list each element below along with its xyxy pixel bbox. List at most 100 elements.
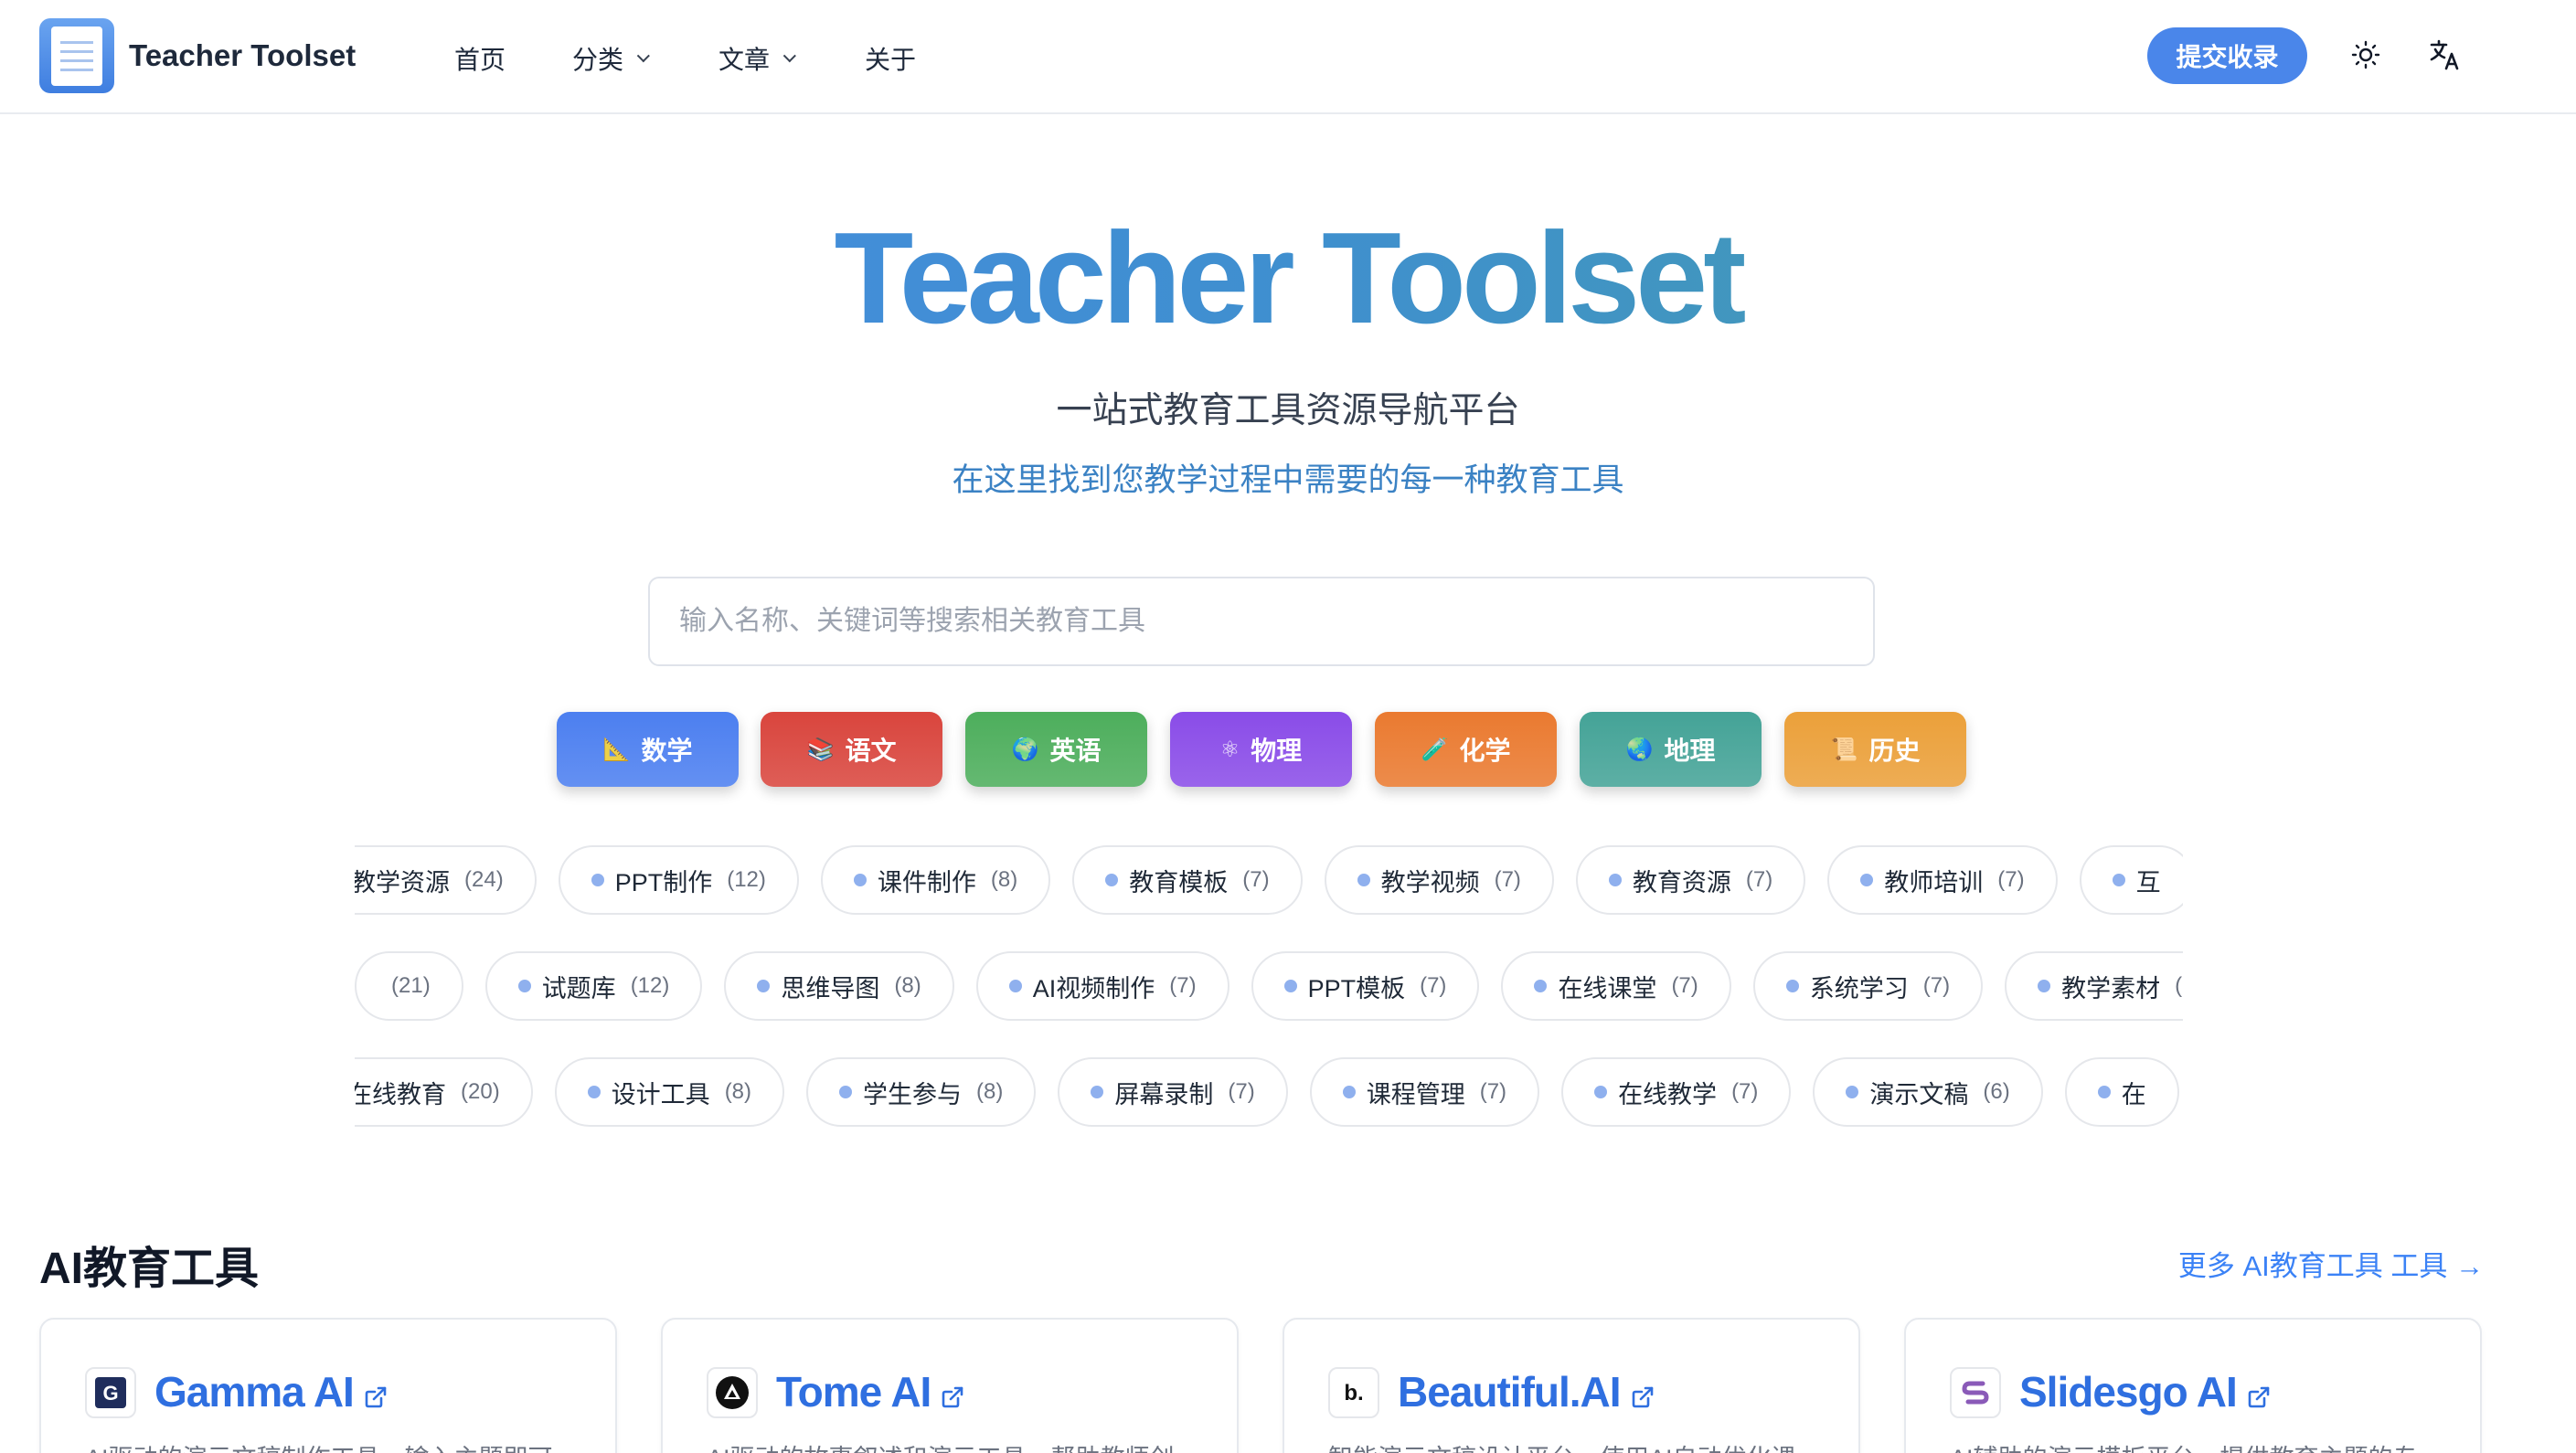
tag-dot-icon xyxy=(1860,874,1874,886)
subject-button-2[interactable]: 📚 语文 xyxy=(761,712,942,787)
nav-about-label: 关于 xyxy=(865,46,917,74)
tool-card-title: Gamma AI xyxy=(154,1368,355,1416)
nav-categories[interactable]: 分类 xyxy=(572,40,650,77)
tag-label: 学生参与 xyxy=(863,1080,963,1108)
tag-chip[interactable]: 演示文稿 (6) xyxy=(1813,1057,2043,1127)
tag-dot-icon xyxy=(853,874,867,886)
nav-about[interactable]: 关于 xyxy=(865,40,916,77)
tag-chip[interactable]: 教师培训 (7) xyxy=(1827,845,2058,915)
tag-chip[interactable]: 教学素材 (6 xyxy=(2005,951,2183,1021)
tag-count: (12) xyxy=(727,867,766,892)
submit-listing-button[interactable]: 提交收录 xyxy=(2147,27,2307,84)
tag-count: (8) xyxy=(894,973,921,998)
tag-chip[interactable]: 学生参与 (8) xyxy=(806,1057,1037,1127)
tag-dot-icon xyxy=(1091,1086,1104,1098)
tag-label: 教学素材 xyxy=(2061,974,2161,1002)
tool-card-name[interactable]: Tome AI xyxy=(776,1367,965,1420)
tag-dot-icon xyxy=(2097,1086,2111,1098)
tool-card-description: 智能演示文稿设计平台，使用AI自动优化课 xyxy=(1328,1438,1840,1453)
tag-row-2: (21) 试题库 (12) 思维导图 (8) AI视频制作 (7) PPT模板 (7) 在线课堂 (… xyxy=(355,951,2183,1024)
tag-chip[interactable]: PPT模板 (7) xyxy=(1251,951,1480,1021)
tag-count: (6) xyxy=(1983,1079,2010,1104)
nav-categories-label: 分类 xyxy=(572,46,624,74)
tag-chip[interactable]: 课程管理 (7) xyxy=(1309,1057,1540,1127)
tool-card-name[interactable]: Beautiful.AI xyxy=(1398,1367,1655,1420)
nav-articles[interactable]: 文章 xyxy=(719,40,796,77)
subject-button-4[interactable]: ⚛ 物理 xyxy=(1170,712,1352,787)
tag-chip[interactable]: 课件制作 (8) xyxy=(820,845,1051,915)
tag-dot-icon xyxy=(1105,874,1119,886)
subject-button-7[interactable]: 📜 历史 xyxy=(1784,712,1966,787)
tag-chip[interactable]: 系统学习 (7) xyxy=(1752,951,1984,1021)
tag-dot-icon xyxy=(757,980,771,992)
tag-dot-icon xyxy=(587,1086,601,1098)
subject-label: 化学 xyxy=(1459,737,1511,765)
tag-chip[interactable]: 互 xyxy=(2079,845,2183,915)
subject-button-1[interactable]: 📐 数学 xyxy=(557,712,739,787)
tag-chip[interactable]: 思维导图 (8) xyxy=(724,951,954,1021)
external-link-icon[interactable] xyxy=(1630,1371,1655,1420)
tome-logo-icon xyxy=(707,1367,758,1418)
tag-count: (7) xyxy=(1671,973,1698,998)
subject-label: 物理 xyxy=(1251,737,1303,765)
search-input[interactable] xyxy=(648,577,1875,666)
tag-chip[interactable]: 在线教育 (20) xyxy=(355,1057,533,1127)
tool-card[interactable]: b. Beautiful.AI 智能演示文稿设计平台，使用AI自动优化课 xyxy=(1283,1318,1860,1453)
subject-icon: 🧪 xyxy=(1421,737,1449,762)
tag-chip[interactable]: (21) xyxy=(355,951,463,1021)
tag-label: 互 xyxy=(2135,868,2161,896)
nav-home-label: 首页 xyxy=(454,46,506,74)
tag-label: 系统学习 xyxy=(1809,974,1909,1002)
tag-count: (7) xyxy=(1494,867,1521,892)
tag-count: (7) xyxy=(1479,1079,1507,1104)
nav-home[interactable]: 首页 xyxy=(454,40,506,77)
tag-chip[interactable]: 屏幕录制 (7) xyxy=(1058,1057,1288,1127)
tool-card-name[interactable]: Gamma AI xyxy=(154,1367,389,1420)
tag-dot-icon xyxy=(1608,874,1622,886)
tag-dot-icon xyxy=(1008,980,1022,992)
tag-chip[interactable]: 教学视频 (7) xyxy=(1324,845,1554,915)
tag-label: 教师培训 xyxy=(1884,868,1984,896)
tool-card-description: AI辅助的演示模板平台，提供教育主题的专 xyxy=(1950,1438,2462,1453)
tag-chip[interactable]: 教育资源 (7) xyxy=(1575,845,1806,915)
tag-chip[interactable]: 在线课堂 (7) xyxy=(1501,951,1731,1021)
tag-chip[interactable]: 教学资源 (24) xyxy=(355,845,537,915)
tag-chip[interactable]: 试题库 (12) xyxy=(484,951,703,1021)
logo-icon[interactable] xyxy=(39,18,114,93)
tag-label: 演示文稿 xyxy=(1869,1080,1969,1108)
tool-card-name[interactable]: Slidesgo AI xyxy=(2019,1367,2272,1420)
tag-chip[interactable]: 在 xyxy=(2064,1057,2179,1127)
tool-card[interactable]: G Gamma AI AI驱动的演示文稿制作工具，输入主题即可 xyxy=(39,1318,617,1453)
section-title: AI教育工具 xyxy=(39,1245,260,1293)
subject-icon: 🌍 xyxy=(1011,737,1039,762)
subject-label: 英语 xyxy=(1049,737,1102,765)
tool-card-title: Tome AI xyxy=(776,1368,931,1416)
tag-chip[interactable]: AI视频制作 (7) xyxy=(975,951,1229,1021)
tag-count: (7) xyxy=(1228,1079,1255,1104)
tag-chip[interactable]: PPT制作 (12) xyxy=(558,845,799,915)
tag-chip[interactable]: 设计工具 (8) xyxy=(554,1057,785,1127)
tag-dot-icon xyxy=(1283,980,1297,992)
subject-button-5[interactable]: 🧪 化学 xyxy=(1375,712,1557,787)
sun-icon[interactable] xyxy=(2347,37,2384,73)
tag-label: 教育模板 xyxy=(1129,868,1229,896)
external-link-icon[interactable] xyxy=(2246,1371,2272,1420)
external-link-icon[interactable] xyxy=(940,1371,965,1420)
tag-chip[interactable]: 教育模板 (7) xyxy=(1072,845,1303,915)
more-tools-link[interactable]: 更多 AI教育工具 工具 → xyxy=(2178,1243,2484,1284)
brand-name[interactable]: Teacher Toolset xyxy=(129,38,356,73)
subject-button-6[interactable]: 🌏 地理 xyxy=(1580,712,1762,787)
tool-card[interactable]: Tome AI AI驱动的故事叙述和演示工具，帮助教师创 xyxy=(661,1318,1239,1453)
external-link-icon[interactable] xyxy=(363,1371,389,1420)
translate-icon[interactable] xyxy=(2427,37,2464,73)
tag-chip[interactable]: 在线教学 (7) xyxy=(1561,1057,1792,1127)
subject-icon: 🌏 xyxy=(1625,737,1654,762)
subject-icon: 📐 xyxy=(602,737,631,762)
tag-dot-icon xyxy=(1534,980,1548,992)
tool-card[interactable]: Slidesgo AI AI辅助的演示模板平台，提供教育主题的专 xyxy=(1904,1318,2482,1453)
tool-card-description: AI驱动的演示文稿制作工具，输入主题即可 xyxy=(85,1438,597,1453)
subject-label: 语文 xyxy=(845,737,897,765)
tag-dot-icon xyxy=(2038,980,2051,992)
subject-label: 历史 xyxy=(1868,737,1921,765)
subject-button-3[interactable]: 🌍 英语 xyxy=(965,712,1147,787)
